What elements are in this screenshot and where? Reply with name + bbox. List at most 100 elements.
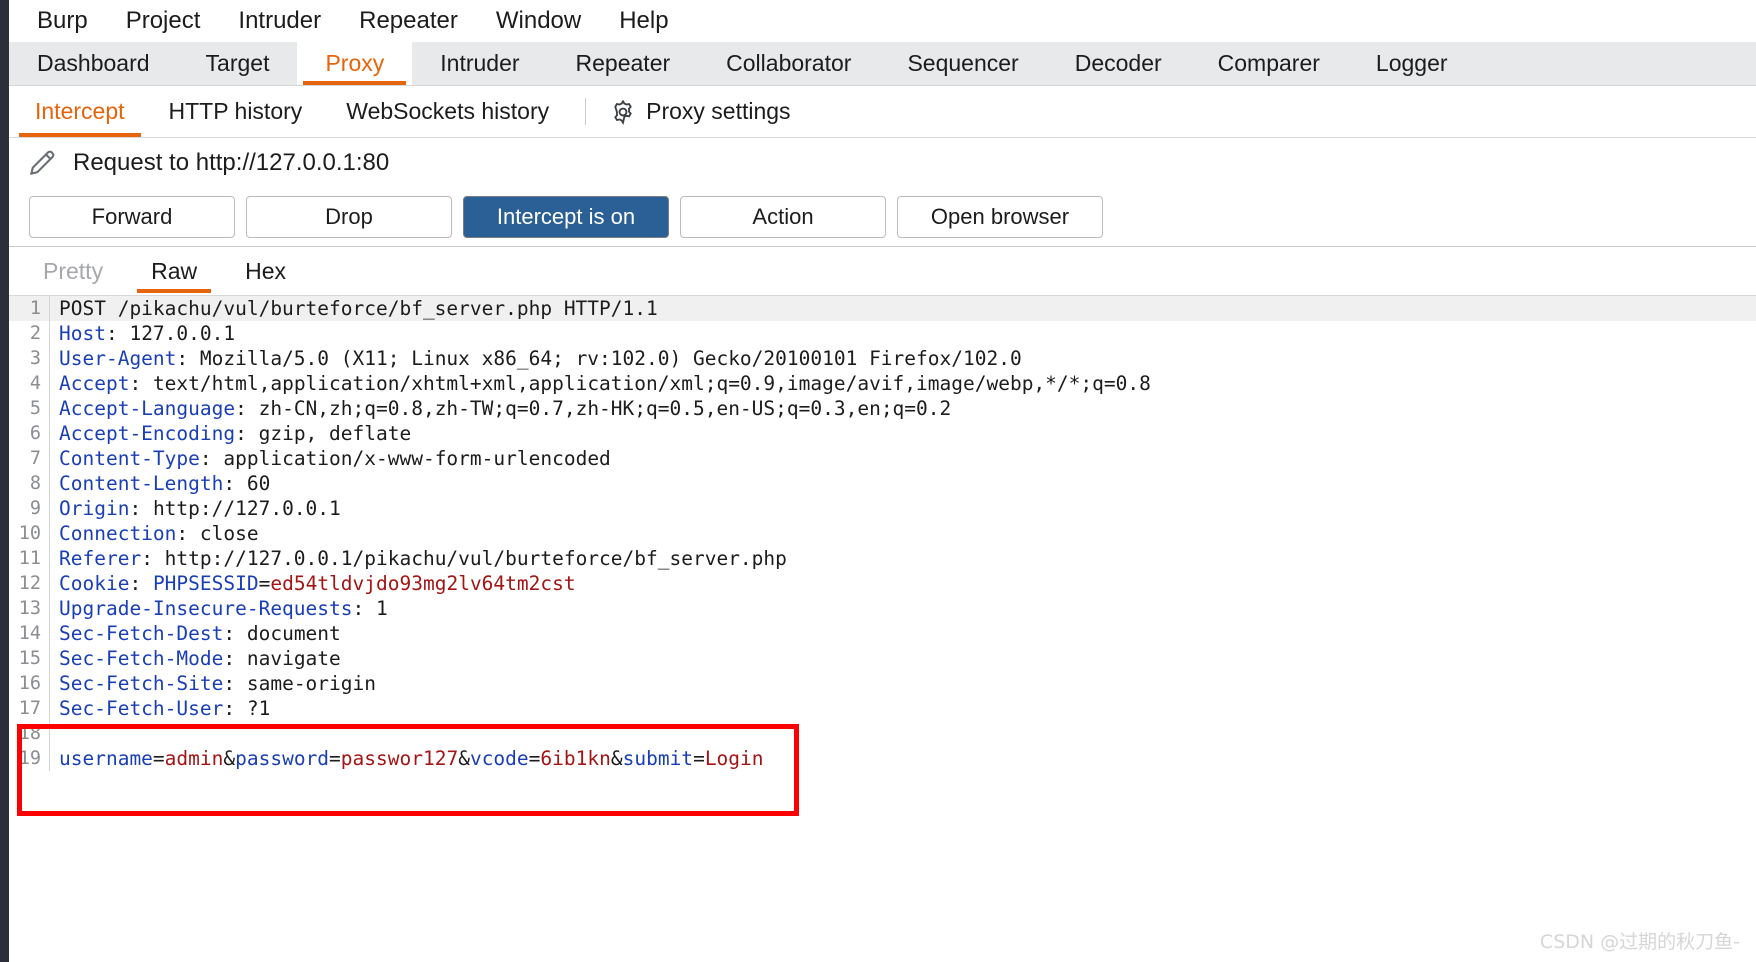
line-text: Host: 127.0.0.1 [59,322,236,345]
editor-line[interactable]: 8 Content-Length: 60 [9,471,1756,496]
line-number: 13 [18,598,41,619]
subtab-divider [585,98,587,125]
editor-line[interactable]: 12 Cookie: PHPSESSID=ed54tldvjdo93mg2lv64… [9,571,1756,596]
line-number: 9 [29,498,41,519]
line-text: Referer: http://127.0.0.1/pikachu/vul/bu… [59,547,787,570]
editor-line[interactable]: 11 Referer: http://127.0.0.1/pikachu/vul/… [9,546,1756,571]
line-text: Accept-Encoding: gzip, deflate [59,422,412,445]
line-number: 7 [29,448,41,469]
line-number: 1 [29,298,41,319]
line-text: Accept: text/html,application/xhtml+xml,… [59,372,1151,395]
view-tab-hex[interactable]: Hex [221,247,310,295]
line-number: 2 [29,323,41,344]
line-number: 3 [29,348,41,369]
editor-line[interactable]: 14 Sec-Fetch-Dest: document [9,621,1756,646]
line-number: 19 [18,748,41,769]
line-number: 16 [18,673,41,694]
line-number: 15 [18,648,41,669]
editor-line[interactable]: 15 Sec-Fetch-Mode: navigate [9,646,1756,671]
request-title: Request to http://127.0.0.1:80 [73,149,390,176]
drop-button[interactable]: Drop [246,196,452,238]
line-number: 11 [18,548,41,569]
line-number: 10 [18,523,41,544]
proxy-settings-label: Proxy settings [646,98,791,124]
line-text: Upgrade-Insecure-Requests: 1 [59,597,388,620]
editor-line[interactable]: 1 POST /pikachu/vul/burteforce/bf_server.… [9,296,1756,321]
menu-item-intruder[interactable]: Intruder [219,0,340,42]
watermark: CSDN @过期的秋刀鱼- [1539,931,1740,953]
line-text: Content-Length: 60 [59,472,271,495]
line-number: 18 [18,723,41,744]
subtab-intercept[interactable]: Intercept [13,86,147,137]
menu-item-project[interactable]: Project [107,0,220,42]
tab-sequencer[interactable]: Sequencer [879,42,1046,85]
line-text: POST /pikachu/vul/burteforce/bf_server.p… [59,297,658,320]
tab-dashboard[interactable]: Dashboard [9,42,178,85]
intercept-action-bar: Forward Drop Intercept is on Action Open… [9,188,1756,246]
line-text: Sec-Fetch-Dest: document [59,622,341,645]
proxy-sub-tab-bar: Intercept HTTP history WebSockets histor… [9,86,1756,138]
tab-decoder[interactable]: Decoder [1047,42,1190,85]
editor-line[interactable]: 13 Upgrade-Insecure-Requests: 1 [9,596,1756,621]
gear-icon [610,99,636,125]
menu-bar: Burp Project Intruder Repeater Window He… [9,0,1756,42]
editor-line[interactable]: 18 [9,721,1756,746]
line-text: Connection: close [59,522,259,545]
message-view-tab-bar: Pretty Raw Hex [9,247,1756,295]
editor-line[interactable]: 3 User-Agent: Mozilla/5.0 (X11; Linux x86… [9,346,1756,371]
subtab-http-history[interactable]: HTTP history [147,86,325,137]
left-edge-rail [0,0,9,962]
line-text: Accept-Language: zh-CN,zh;q=0.8,zh-TW;q=… [59,397,952,420]
line-number: 4 [29,373,41,394]
view-tab-raw[interactable]: Raw [127,247,221,295]
forward-button[interactable]: Forward [29,196,235,238]
editor-line[interactable]: 16 Sec-Fetch-Site: same-origin [9,671,1756,696]
tab-target[interactable]: Target [178,42,298,85]
line-number: 17 [18,698,41,719]
line-number: 12 [18,573,41,594]
line-text [50,721,71,746]
subtab-websockets-history[interactable]: WebSockets history [324,86,571,137]
tab-collaborator[interactable]: Collaborator [698,42,879,85]
line-number: 5 [29,398,41,419]
proxy-settings-button[interactable]: Proxy settings [600,86,812,137]
line-number: 6 [29,423,41,444]
tab-intruder[interactable]: Intruder [412,42,547,85]
tab-comparer[interactable]: Comparer [1190,42,1348,85]
menu-item-window[interactable]: Window [477,0,600,42]
line-text: Sec-Fetch-Mode: navigate [59,647,341,670]
burp-suite-window: Burp Project Intruder Repeater Window He… [0,0,1756,962]
raw-request-editor[interactable]: 1 POST /pikachu/vul/burteforce/bf_server.… [9,295,1756,962]
view-tab-pretty[interactable]: Pretty [19,247,127,295]
request-lines[interactable]: 1 POST /pikachu/vul/burteforce/bf_server.… [9,296,1756,771]
line-text: Cookie: PHPSESSID=ed54tldvjdo93mg2lv64tm… [59,572,576,595]
tab-proxy[interactable]: Proxy [297,42,413,85]
menu-item-help[interactable]: Help [600,0,687,42]
intercept-toggle-button[interactable]: Intercept is on [463,196,669,238]
line-text: Content-Type: application/x-www-form-url… [59,447,611,470]
line-text: username=admin&password=passwor127&vcode… [59,747,764,770]
menu-item-burp[interactable]: Burp [18,0,107,42]
editor-line[interactable]: 4 Accept: text/html,application/xhtml+xml… [9,371,1756,396]
editor-line[interactable]: 5 Accept-Language: zh-CN,zh;q=0.8,zh-TW;q… [9,396,1756,421]
editor-line[interactable]: 17 Sec-Fetch-User: ?1 [9,696,1756,721]
tab-logger[interactable]: Logger [1348,42,1476,85]
action-button[interactable]: Action [680,196,886,238]
editor-line[interactable]: 9 Origin: http://127.0.0.1 [9,496,1756,521]
main-tab-bar: Dashboard Target Proxy Intruder Repeater… [9,42,1756,86]
editor-line[interactable]: 6 Accept-Encoding: gzip, deflate [9,421,1756,446]
editor-line[interactable]: 19 username=admin&password=passwor127&vco… [9,746,1756,771]
pencil-icon [25,146,59,180]
menu-item-repeater[interactable]: Repeater [340,0,477,42]
line-text: User-Agent: Mozilla/5.0 (X11; Linux x86_… [59,347,1022,370]
request-title-row: Request to http://127.0.0.1:80 [9,138,1756,188]
editor-line[interactable]: 7 Content-Type: application/x-www-form-ur… [9,446,1756,471]
line-number: 8 [29,473,41,494]
line-text: Sec-Fetch-Site: same-origin [59,672,376,695]
line-text: Origin: http://127.0.0.1 [59,497,341,520]
editor-line[interactable]: 10 Connection: close [9,521,1756,546]
open-browser-button[interactable]: Open browser [897,196,1103,238]
line-text: Sec-Fetch-User: ?1 [59,697,271,720]
editor-line[interactable]: 2 Host: 127.0.0.1 [9,321,1756,346]
tab-repeater[interactable]: Repeater [548,42,699,85]
